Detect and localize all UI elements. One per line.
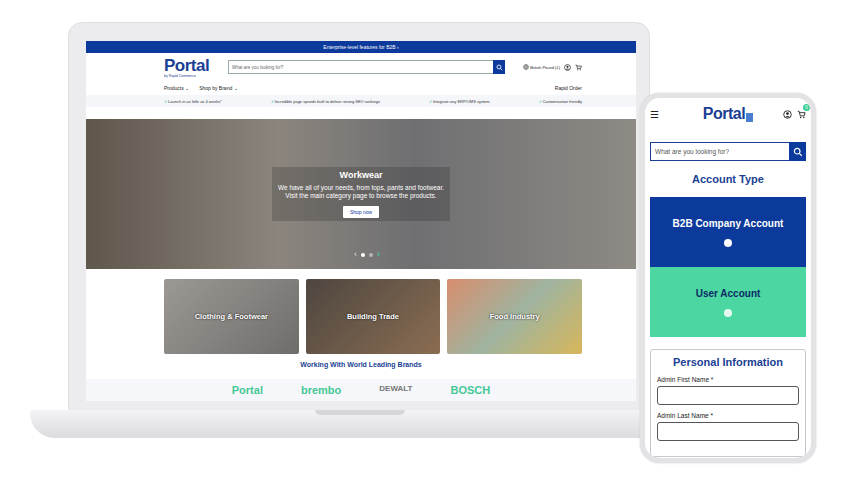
text-input[interactable]	[657, 422, 799, 441]
slide-dot[interactable]	[369, 253, 373, 257]
check-icon: ✓	[429, 99, 432, 104]
feature-item: ✓ Customisation friendly	[539, 99, 582, 104]
header-actions: British Pound (£)	[523, 64, 582, 71]
section-title: Personal Information	[657, 356, 799, 368]
laptop-lid: Enterprise-level features for B2B › Port…	[68, 22, 650, 412]
feature-item: ✓ Incredible page speeds built to delive…	[271, 99, 380, 104]
shop-now-button[interactable]: Shop now	[343, 206, 379, 218]
nav-item[interactable]: Products ⌄	[164, 85, 189, 91]
search-placeholder: What are you looking for?	[232, 65, 283, 70]
brands-strip: Portal brembo DEWALT BOSCH	[86, 379, 636, 401]
feature-strip: ✓ Launch in as little as 4 weeks* ✓ Incre…	[86, 95, 636, 107]
hero-caption: Workwear We have all of your needs, from…	[272, 167, 450, 221]
check-icon: ✓	[539, 99, 542, 104]
globe-icon	[523, 64, 529, 70]
category-title: Clothing & Footwear	[195, 312, 268, 321]
currency-label: British Pound (£)	[530, 65, 560, 70]
phone-logo[interactable]: Portal	[703, 106, 753, 122]
search-icon	[793, 147, 803, 157]
hero-line: Visit the main category page to browse t…	[285, 192, 436, 200]
chevron-icon: ⌄	[185, 85, 189, 91]
brand-logo[interactable]: brembo	[301, 385, 341, 401]
hero-title: Workwear	[340, 170, 383, 180]
slider-controls: ‹ ›	[354, 250, 380, 259]
currency-selector[interactable]: British Pound (£)	[523, 64, 560, 70]
form-field: Admin Last Name *	[657, 412, 799, 441]
account-type-label: User Account	[696, 288, 761, 299]
cart-button[interactable]: 0	[797, 110, 806, 119]
search-icon	[496, 64, 503, 71]
brand-logo[interactable]: BOSCH	[450, 385, 490, 401]
brand-logo[interactable]: DEWALT	[379, 385, 412, 401]
main-nav: Products ⌄ Shop by Brand ⌄ Rapid Order	[86, 81, 636, 95]
user-icon[interactable]	[783, 110, 792, 119]
search-field[interactable]: What are you looking for?	[650, 142, 789, 161]
logo-mark	[746, 113, 753, 122]
search-field[interactable]: What are you looking for?	[228, 60, 493, 74]
brands-title: Working With World Leading Brands	[86, 361, 636, 373]
category-title: Building Trade	[347, 312, 399, 321]
check-icon: ✓	[271, 99, 274, 104]
category-card[interactable]: Building Trade	[306, 279, 441, 354]
laptop-base	[30, 410, 690, 438]
account-type-option[interactable]: B2B Company Account	[650, 197, 806, 267]
cart-icon[interactable]	[575, 64, 582, 71]
phone-screen: ☰ Portal 0 What are you looking for? Acc…	[645, 98, 811, 457]
phone-search: What are you looking for?	[650, 142, 806, 161]
check-icon: ✓	[164, 99, 167, 104]
field-label: Admin Last Name *	[657, 412, 799, 419]
account-type-title: Account Type	[650, 173, 806, 187]
text-input[interactable]	[657, 386, 799, 405]
slide-dot[interactable]	[361, 253, 365, 257]
form-field: Admin First Name *	[657, 376, 799, 405]
menu-icon[interactable]: ☰	[650, 109, 659, 120]
search-placeholder: What are you looking for?	[655, 148, 729, 155]
hero-line: We have all of your needs, from tops, pa…	[278, 184, 444, 192]
field-label: Admin First Name *	[657, 376, 799, 383]
brand-logo[interactable]: Portal	[232, 385, 263, 401]
logo-tagline: by Rapid Commerce	[164, 74, 224, 78]
category-card[interactable]: Clothing & Footwear	[164, 279, 299, 354]
laptop-screen: Enterprise-level features for B2B › Port…	[86, 41, 636, 401]
user-icon[interactable]	[564, 64, 571, 71]
announcement-bar[interactable]: Enterprise-level features for B2B ›	[86, 41, 636, 53]
account-type-label: B2B Company Account	[673, 218, 784, 229]
radio-dot	[724, 239, 732, 247]
feature-item: ✓ Launch in as little as 4 weeks*	[164, 99, 222, 104]
logo-name: Portal	[164, 57, 224, 74]
search-button[interactable]	[789, 142, 806, 161]
category-title: Food Industry	[490, 312, 540, 321]
phone-header: ☰ Portal 0	[650, 98, 806, 130]
radio-dot	[724, 309, 732, 317]
cart-icon	[797, 110, 806, 119]
search-button[interactable]	[493, 60, 505, 74]
stage: Enterprise-level features for B2B › Port…	[0, 0, 850, 483]
nav-item[interactable]: Shop by Brand ⌄	[199, 85, 237, 91]
rapid-order-link[interactable]: Rapid Order	[555, 85, 582, 91]
hero-banner: Workwear We have all of your needs, from…	[86, 119, 636, 269]
site-logo[interactable]: Portal by Rapid Commerce	[164, 57, 224, 78]
laptop-notch	[315, 410, 405, 415]
prev-arrow[interactable]: ‹	[354, 250, 357, 259]
personal-info-section: Personal Information Admin First Name * …	[650, 349, 806, 457]
cart-badge: 0	[803, 104, 810, 111]
phone: ☰ Portal 0 What are you looking for? Acc…	[640, 93, 816, 463]
account-type-option[interactable]: User Account	[650, 267, 806, 337]
chevron-icon: ⌄	[234, 85, 238, 91]
site-header: Portal by Rapid Commerce What are you lo…	[86, 53, 636, 81]
feature-item: ✓ Integrate any ERP/OMS system	[429, 99, 490, 104]
category-card[interactable]: Food Industry	[447, 279, 582, 354]
logo-name: Portal	[703, 106, 745, 122]
next-arrow[interactable]: ›	[377, 250, 380, 259]
category-grid: Clothing & Footwear Building Trade Food In…	[164, 279, 582, 354]
